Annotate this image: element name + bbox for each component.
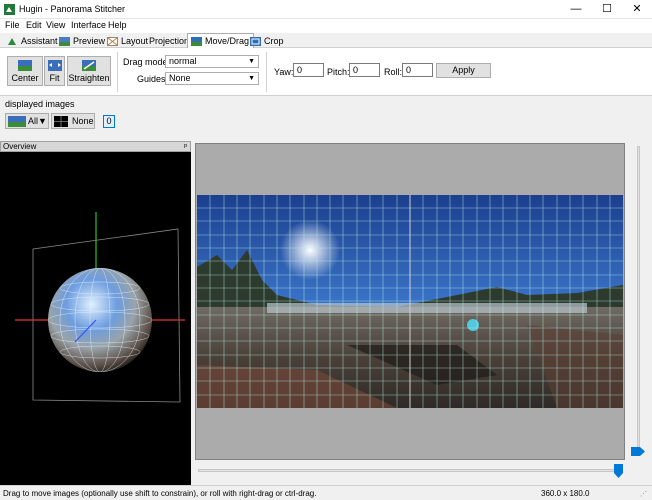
panorama-image[interactable] bbox=[197, 195, 623, 408]
yaw-input[interactable]: 0 bbox=[293, 63, 324, 77]
tab-label: Move/Drag bbox=[205, 36, 250, 46]
layout-icon bbox=[107, 36, 118, 46]
no-images-icon bbox=[54, 115, 68, 127]
assistant-icon bbox=[8, 37, 16, 45]
window-title: Hugin - Panorama Stitcher bbox=[19, 4, 126, 14]
center-button[interactable]: Center bbox=[7, 56, 43, 86]
center-label: Center bbox=[11, 73, 39, 83]
guides-select[interactable]: None ▼ bbox=[165, 72, 259, 85]
center-icon bbox=[18, 60, 32, 71]
tab-label: Crop bbox=[264, 36, 284, 46]
drag-mode-label: Drag mode: bbox=[123, 57, 171, 67]
pitch-slider-thumb[interactable] bbox=[631, 447, 645, 456]
menu-interface[interactable]: Interface bbox=[71, 20, 106, 30]
maximize-button[interactable]: ☐ bbox=[592, 0, 622, 19]
tab-label: Layout bbox=[121, 36, 149, 46]
apply-button[interactable]: Apply bbox=[436, 63, 491, 78]
equirectangular-panorama bbox=[197, 195, 623, 408]
yaw-label: Yaw: bbox=[274, 67, 294, 77]
straighten-label: Straighten bbox=[68, 73, 110, 83]
yaw-slider-thumb[interactable] bbox=[614, 464, 623, 478]
tab-move-drag[interactable]: Move/Drag bbox=[187, 33, 255, 48]
straighten-icon bbox=[82, 60, 96, 71]
fit-icon bbox=[47, 60, 62, 71]
drag-mode-select[interactable]: normal ▼ bbox=[165, 55, 259, 68]
show-all-label: All▼ bbox=[28, 116, 47, 126]
displayed-images-panel: displayed images All▼ None 0 bbox=[0, 96, 652, 140]
minimize-button[interactable]: — bbox=[561, 0, 591, 19]
show-none-label: None bbox=[72, 116, 94, 126]
overview-3d-view[interactable] bbox=[0, 152, 191, 485]
displayed-images-heading: displayed images bbox=[5, 99, 75, 109]
show-all-button[interactable]: All▼ bbox=[5, 113, 49, 129]
guides-label: Guides: bbox=[137, 74, 169, 84]
chevron-down-icon: ▼ bbox=[248, 58, 255, 65]
drag-mode-value: normal bbox=[169, 56, 197, 66]
overview-title: Overview bbox=[3, 142, 37, 151]
menu-edit[interactable]: Edit bbox=[26, 20, 42, 30]
image-toggle-0[interactable]: 0 bbox=[103, 115, 115, 128]
roll-label: Roll: bbox=[384, 67, 403, 77]
toolbar: Center Fit Straighten Drag mode: normal … bbox=[0, 48, 652, 96]
fit-button[interactable]: Fit bbox=[44, 56, 65, 86]
fit-label: Fit bbox=[49, 73, 60, 83]
guides-value: None bbox=[169, 73, 191, 83]
tab-label: Preview bbox=[73, 36, 106, 46]
menu-view[interactable]: View bbox=[46, 20, 65, 30]
tab-preview[interactable]: Preview bbox=[55, 34, 110, 48]
tab-bar: Assistant Preview Layout Projection Move… bbox=[0, 33, 652, 48]
yaw-slider-track bbox=[198, 469, 622, 472]
move-drag-icon bbox=[191, 36, 202, 46]
tab-label: Projection bbox=[149, 36, 190, 46]
hugin-app-icon bbox=[4, 4, 15, 15]
panorama-sphere bbox=[48, 268, 152, 372]
pitch-slider-track bbox=[637, 146, 640, 448]
overview-sphere-graphic bbox=[15, 212, 185, 403]
pitch-slider[interactable] bbox=[627, 143, 651, 460]
title-bar: Hugin - Panorama Stitcher — ☐ ✕ bbox=[0, 0, 652, 19]
status-message: Drag to move images (optionally use shif… bbox=[3, 489, 317, 498]
crop-icon bbox=[250, 36, 261, 46]
tab-assistant[interactable]: Assistant bbox=[3, 34, 63, 48]
preview-icon bbox=[59, 36, 70, 46]
pitch-input[interactable]: 0 bbox=[349, 63, 380, 77]
show-none-button[interactable]: None bbox=[51, 113, 95, 129]
pin-icon[interactable]: ᵖ bbox=[184, 142, 187, 151]
menu-help[interactable]: Help bbox=[108, 20, 127, 30]
yaw-slider[interactable] bbox=[195, 461, 627, 481]
pitch-label: Pitch: bbox=[327, 67, 350, 77]
toolbar-separator bbox=[266, 52, 267, 92]
resize-grip-icon: ⋰ bbox=[640, 491, 647, 498]
menu-bar: File Edit View Interface Help bbox=[0, 19, 652, 33]
all-images-icon bbox=[8, 115, 26, 127]
toolbar-separator bbox=[117, 52, 118, 92]
status-bar: Drag to move images (optionally use shif… bbox=[0, 485, 652, 500]
tab-label: Assistant bbox=[21, 36, 58, 46]
straighten-button[interactable]: Straighten bbox=[67, 56, 111, 86]
roll-input[interactable]: 0 bbox=[402, 63, 433, 77]
menu-file[interactable]: File bbox=[5, 20, 20, 30]
chevron-down-icon: ▼ bbox=[248, 75, 255, 82]
tab-crop[interactable]: Crop bbox=[246, 34, 289, 48]
close-button[interactable]: ✕ bbox=[622, 0, 652, 19]
overview-header: Overview ᵖ bbox=[0, 141, 191, 152]
field-of-view-readout: 360.0 x 180.0 bbox=[541, 489, 590, 498]
